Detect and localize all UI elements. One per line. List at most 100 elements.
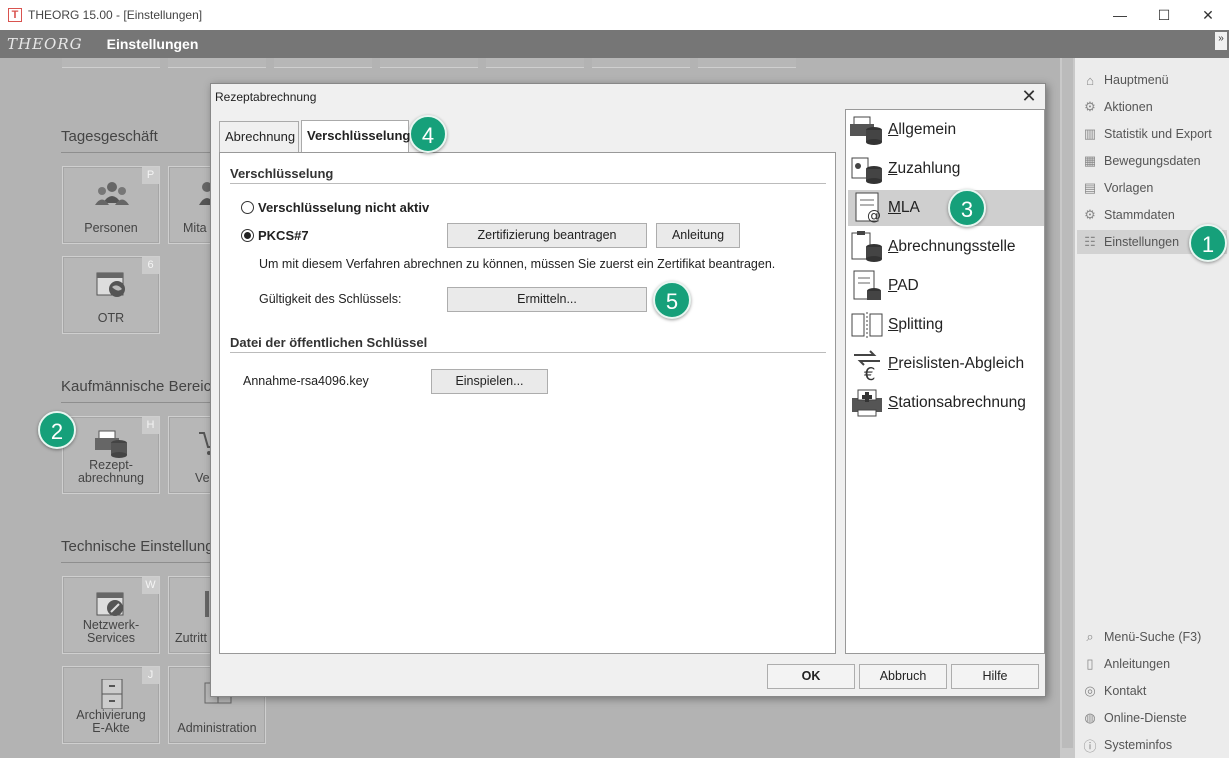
brand-logo: THEORG: [7, 35, 83, 53]
tile-label-line1: Netzwerk-: [82, 618, 140, 632]
side-item-preislisten-abgleich[interactable]: € Preislisten-Abgleich: [848, 346, 1044, 382]
tile-otr[interactable]: 6 OTR: [62, 256, 160, 334]
window-title: THEORG 15.00 - [Einstellungen]: [28, 8, 203, 22]
split-icon: [850, 308, 884, 342]
nav-label: Aktionen: [1104, 100, 1153, 114]
settings-icon: ☷: [1084, 234, 1096, 249]
radio-encryption-inactive[interactable]: Verschlüsselung nicht aktiv: [241, 200, 429, 215]
tile-netzwerk-services[interactable]: W Netzwerk- Services: [62, 576, 160, 654]
determine-button[interactable]: Ermitteln...: [447, 287, 647, 312]
medical-printer-icon: [850, 386, 884, 420]
nav-label: Anleitungen: [1104, 657, 1171, 671]
group-divider: [230, 352, 826, 353]
clipboard-database-icon: [850, 230, 884, 264]
request-certificate-button[interactable]: Zertifizierung beantragen: [447, 223, 647, 248]
nav-label: Vorlagen: [1104, 181, 1154, 195]
people-icon: [95, 179, 129, 209]
nav-item-hauptmenue[interactable]: ⌂ Hauptmenü: [1077, 68, 1227, 92]
tile-personen[interactable]: P Personen: [62, 166, 160, 244]
right-navigation: ⌂ Hauptmenü ⚙ Aktionen ▥ Statistik und E…: [1075, 58, 1229, 758]
nav-item-bewegungsdaten[interactable]: ▦ Bewegungsdaten: [1077, 149, 1227, 173]
nav-item-vorlagen[interactable]: ▤ Vorlagen: [1077, 176, 1227, 200]
nav-item-online-dienste[interactable]: ◍ Online-Dienste: [1077, 706, 1227, 730]
home-icon: ⌂: [1086, 72, 1094, 88]
tile-rezeptabrechnung[interactable]: H Rezept- abrechnung: [62, 416, 160, 494]
nav-item-kontakt[interactable]: ◎ Kontakt: [1077, 679, 1227, 703]
encryption-info-text: Um mit diesem Verfahren abrechnen zu kön…: [259, 257, 776, 271]
tile-label-line2: E-Akte: [92, 721, 130, 735]
section-heading-technical: Technische Einstellung: [61, 538, 214, 555]
side-label: MLA: [888, 199, 920, 216]
side-item-pad[interactable]: PAD: [848, 268, 1044, 304]
group-title-encryption: Verschlüsselung: [230, 166, 334, 181]
side-item-mla[interactable]: @ MLA: [848, 190, 1044, 226]
import-button[interactable]: Einspielen...: [431, 369, 548, 394]
nav-item-statistik[interactable]: ▥ Statistik und Export: [1077, 122, 1227, 146]
radio-pkcs7[interactable]: PKCS#7: [241, 228, 309, 243]
svg-text:@: @: [867, 208, 881, 224]
chart-icon: ▥: [1083, 126, 1097, 141]
tile-label-line2: Services: [87, 631, 135, 645]
nav-label: Systeminfos: [1104, 738, 1173, 752]
nav-item-systeminfos[interactable]: ⓘ Systeminfos: [1077, 733, 1227, 757]
dialog-close-button[interactable]: ✕: [1019, 86, 1039, 107]
nav-item-anleitungen[interactable]: ▯ Anleitungen: [1077, 652, 1227, 676]
help-button[interactable]: Hilfe: [951, 664, 1039, 689]
nav-label: Menü-Suche (F3): [1104, 630, 1202, 644]
document-at-icon: @: [850, 191, 884, 225]
group-title-key-file: Datei der öffentlichen Schlüssel: [230, 335, 428, 350]
side-item-allgemein[interactable]: Allgemein: [848, 112, 1044, 148]
tile-label-line2: abrechnung: [77, 471, 145, 485]
tab-abrechnung[interactable]: Abrechnung: [219, 121, 299, 152]
expand-nav-button[interactable]: »: [1215, 32, 1227, 50]
tab-verschluesselung[interactable]: Verschlüsselung: [301, 120, 410, 152]
book-icon: ▯: [1086, 656, 1094, 671]
svg-text:€: €: [864, 364, 875, 381]
cancel-button[interactable]: Abbruch: [859, 664, 947, 689]
info-icon: ⓘ: [1083, 738, 1097, 754]
callout-marker: 4: [409, 115, 447, 153]
scrollbar-thumb[interactable]: [1062, 58, 1073, 748]
cabinet-icon: [95, 679, 129, 709]
euro-arrows-icon: €: [850, 347, 884, 381]
search-icon: ⌕: [1086, 629, 1094, 644]
callout-marker: 5: [653, 281, 691, 319]
tile-label-line1: Archivierung: [76, 708, 146, 722]
header-bar: THEORG Einstellungen »: [0, 30, 1229, 58]
minimize-button[interactable]: —: [1097, 0, 1143, 30]
side-item-stationsabrechnung[interactable]: Stationsabrechnung: [848, 385, 1044, 421]
tile-label: OTR: [97, 311, 125, 325]
nav-label: Stammdaten: [1104, 208, 1175, 222]
tile-archivierung[interactable]: J Archivierung E-Akte: [62, 666, 160, 744]
maximize-button[interactable]: ☐: [1141, 0, 1187, 30]
gears-icon: ⚙: [1084, 99, 1096, 114]
close-window-button[interactable]: ✕: [1185, 0, 1229, 30]
page-database-icon: [850, 269, 884, 303]
app-icon: T: [8, 8, 22, 22]
radio-label: PKCS#7: [258, 228, 309, 243]
callout-marker: 1: [1189, 224, 1227, 262]
callout-marker: 3: [948, 189, 986, 227]
main-scrollbar[interactable]: [1060, 58, 1075, 758]
ok-button[interactable]: OK: [767, 664, 855, 689]
gear-icon: ⚙: [1084, 207, 1096, 222]
side-item-abrechnungsstelle[interactable]: Abrechnungsstelle: [848, 229, 1044, 265]
tab-content: Verschlüsselung Verschlüsselung nicht ak…: [219, 152, 836, 654]
nav-label: Online-Dienste: [1104, 711, 1187, 725]
globe-icon: ◍: [1084, 710, 1096, 725]
nav-item-aktionen[interactable]: ⚙ Aktionen: [1077, 95, 1227, 119]
side-label: Zuzahlung: [888, 160, 961, 177]
tile-hotkey: J: [142, 667, 159, 684]
tile-label: Netzwerk- Services: [63, 619, 159, 645]
side-item-zuzahlung[interactable]: Zuzahlung: [848, 151, 1044, 187]
tile-hotkey: H: [142, 417, 159, 434]
side-label: Abrechnungsstelle: [888, 238, 1016, 255]
dialog-title: Rezeptabrechnung: [215, 90, 317, 104]
coins-database-icon: [850, 152, 884, 186]
side-label: Allgemein: [888, 121, 957, 138]
section-divider: [61, 562, 216, 563]
nav-item-menue-suche[interactable]: ⌕ Menü-Suche (F3): [1077, 625, 1227, 649]
side-item-splitting[interactable]: Splitting: [848, 307, 1044, 343]
tile-label: Archivierung E-Akte: [63, 709, 159, 735]
guide-button[interactable]: Anleitung: [656, 223, 740, 248]
